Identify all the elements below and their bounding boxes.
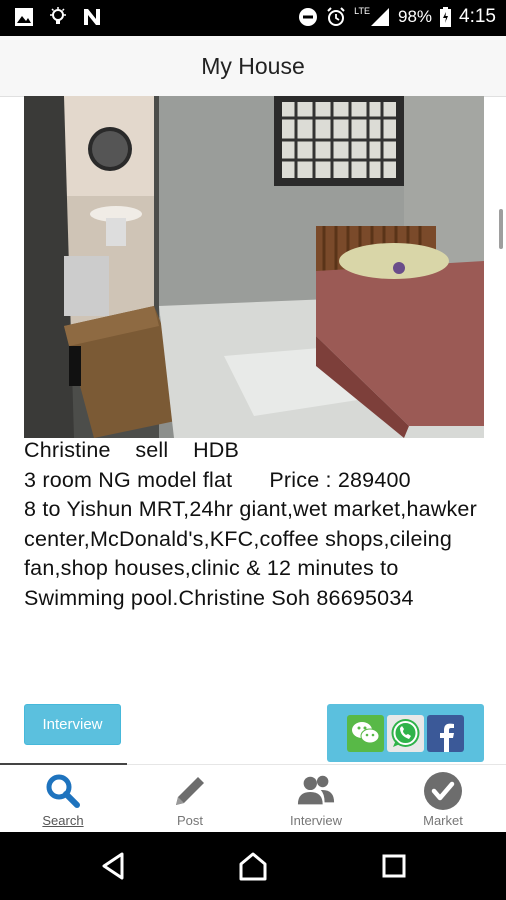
recents-icon[interactable] bbox=[378, 850, 410, 882]
whatsapp-icon[interactable] bbox=[387, 714, 424, 752]
tab-search[interactable]: Search bbox=[0, 765, 126, 833]
listing-price-line: 3 room NG model flat Price : 289400 bbox=[24, 467, 411, 492]
tab-interview-label: Interview bbox=[289, 813, 343, 828]
n-icon bbox=[84, 9, 100, 25]
scrollbar[interactable] bbox=[499, 209, 503, 249]
home-icon[interactable] bbox=[237, 850, 269, 882]
room-photo-image bbox=[24, 96, 484, 438]
facebook-icon[interactable] bbox=[427, 714, 464, 752]
bottom-tab-bar: Search Post Interview Market bbox=[0, 763, 506, 833]
wechat-icon[interactable] bbox=[347, 714, 384, 752]
listing-seller-line: Christine sell HDB bbox=[24, 438, 240, 462]
app-header: My House bbox=[0, 36, 506, 97]
lightbulb-icon bbox=[50, 7, 66, 24]
tab-interview[interactable]: Interview bbox=[253, 765, 379, 833]
system-nav-bar bbox=[0, 832, 506, 900]
room-photo[interactable] bbox=[24, 96, 484, 438]
back-icon[interactable] bbox=[98, 850, 130, 882]
image-icon bbox=[15, 8, 33, 26]
search-icon bbox=[43, 771, 83, 811]
do-not-disturb-icon bbox=[299, 8, 318, 26]
tab-post-label: Post bbox=[176, 813, 203, 828]
interview-button[interactable]: Interview bbox=[24, 704, 121, 745]
listing-details: 8 to Yishun MRT,24hr giant,wet market,ha… bbox=[24, 497, 477, 610]
tab-market[interactable]: Market bbox=[380, 765, 506, 833]
battery-icon bbox=[440, 7, 452, 27]
alarm-icon bbox=[327, 7, 345, 26]
tab-post[interactable]: Post bbox=[127, 765, 253, 833]
network-type: LTE bbox=[354, 6, 370, 16]
clock: 4:15 bbox=[459, 6, 496, 27]
interview-button-label: Interview bbox=[42, 716, 103, 733]
listing-content[interactable]: Christine sell HDB 3 room NG model flat … bbox=[0, 96, 506, 764]
tab-market-label: Market bbox=[423, 813, 463, 828]
listing-description: Christine sell HDB 3 room NG model flat … bbox=[24, 436, 482, 613]
status-bar: LTE 98% 4:15 bbox=[0, 0, 506, 36]
share-buttons bbox=[327, 704, 484, 762]
people-icon bbox=[296, 771, 336, 811]
signal-icon bbox=[370, 8, 389, 26]
tab-search-label: Search bbox=[42, 813, 84, 828]
battery-percent: 98% bbox=[397, 7, 433, 26]
check-circle-icon bbox=[423, 771, 463, 811]
pencil-icon bbox=[170, 771, 210, 811]
page-title: My House bbox=[201, 52, 305, 79]
